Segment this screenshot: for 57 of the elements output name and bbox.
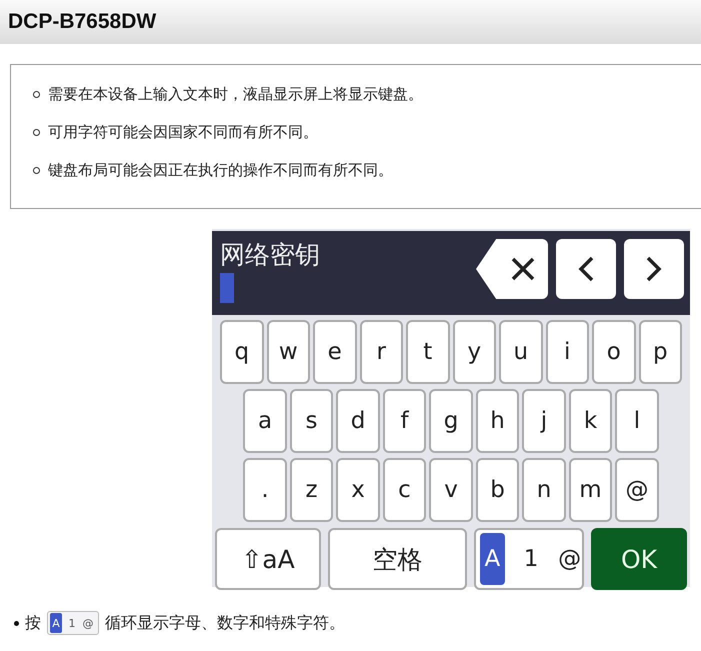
chevron-left-icon bbox=[577, 255, 595, 283]
note-text: 需要在本设备上输入文本时，液晶显示屏上将显示键盘。 bbox=[48, 84, 423, 105]
key[interactable]: x bbox=[336, 458, 380, 522]
bullet-icon bbox=[33, 128, 40, 136]
key[interactable]: p bbox=[638, 320, 682, 384]
mode-option: @ bbox=[557, 533, 582, 585]
key[interactable]: n bbox=[522, 458, 566, 522]
mode-option: 1 bbox=[66, 613, 78, 633]
key[interactable]: c bbox=[382, 458, 426, 522]
note-text: 可用字符可能会因国家不同而有所不同。 bbox=[48, 122, 318, 143]
key[interactable]: b bbox=[476, 458, 520, 522]
key[interactable]: r bbox=[360, 320, 403, 384]
key[interactable]: h bbox=[476, 389, 520, 453]
mode-key[interactable]: A 1 @ bbox=[474, 528, 584, 590]
key[interactable]: w bbox=[266, 320, 310, 384]
text-cursor bbox=[220, 273, 234, 303]
mode-option: A bbox=[480, 533, 505, 585]
key[interactable]: g bbox=[429, 389, 473, 453]
key[interactable]: a bbox=[243, 389, 287, 453]
key[interactable]: i bbox=[546, 320, 589, 384]
input-field[interactable]: 网络密钥 bbox=[212, 231, 690, 315]
key[interactable]: u bbox=[499, 320, 542, 384]
key[interactable]: k bbox=[568, 389, 612, 453]
key[interactable]: t bbox=[406, 320, 450, 384]
right-arrow-button[interactable] bbox=[624, 239, 684, 299]
key[interactable]: m bbox=[568, 458, 612, 522]
key[interactable]: . bbox=[243, 458, 287, 522]
backspace-button[interactable] bbox=[476, 239, 548, 299]
key[interactable]: v bbox=[429, 458, 473, 522]
bullet-icon bbox=[33, 90, 40, 98]
key[interactable]: s bbox=[290, 389, 334, 453]
mode-option: A bbox=[50, 613, 62, 633]
bullet-icon bbox=[14, 620, 19, 626]
space-key[interactable]: 空格 bbox=[328, 528, 467, 590]
key[interactable]: e bbox=[313, 320, 356, 384]
chevron-right-icon bbox=[645, 255, 663, 283]
note-text: 键盘布局可能会因正在执行的操作不同而有所不同。 bbox=[48, 160, 393, 181]
bullet-icon bbox=[33, 166, 40, 174]
key[interactable]: z bbox=[290, 458, 334, 522]
field-label: 网络密钥 bbox=[220, 239, 321, 271]
key[interactable]: y bbox=[452, 320, 496, 384]
key[interactable]: o bbox=[592, 320, 636, 384]
key[interactable]: d bbox=[336, 389, 380, 453]
page-title: DCP-B7658DW bbox=[8, 10, 156, 34]
key[interactable]: j bbox=[522, 389, 566, 453]
key[interactable]: q bbox=[220, 320, 264, 384]
ok-button[interactable]: OK bbox=[591, 528, 687, 590]
key[interactable]: @ bbox=[615, 458, 659, 522]
instruction-text: 按 bbox=[25, 612, 41, 634]
close-icon bbox=[510, 256, 536, 282]
instruction-text: 循环显示字母、数字和特殊字符。 bbox=[105, 612, 345, 634]
mode-option: @ bbox=[82, 613, 94, 633]
key[interactable]: l bbox=[615, 389, 659, 453]
shift-key[interactable]: ⇧aA bbox=[215, 528, 321, 590]
key[interactable]: f bbox=[382, 389, 426, 453]
mode-option: 1 bbox=[518, 533, 544, 585]
left-arrow-button[interactable] bbox=[556, 239, 616, 299]
